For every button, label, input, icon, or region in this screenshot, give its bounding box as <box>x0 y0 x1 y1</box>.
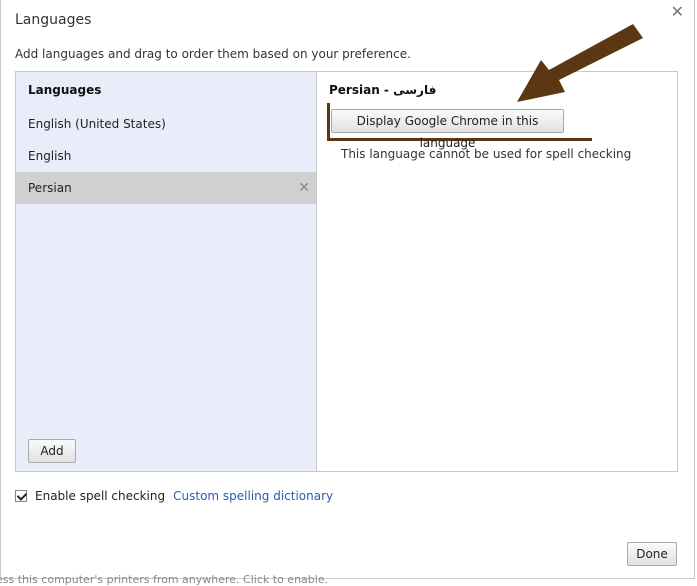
language-item-label: English (United States) <box>28 117 166 131</box>
language-item-persian[interactable]: Persian ✕ <box>16 172 316 204</box>
spell-check-row: Enable spell checking Custom spelling di… <box>15 489 333 503</box>
background-settings-text: ess this computer's printers from anywhe… <box>0 573 329 586</box>
language-list-header: Languages <box>28 83 102 97</box>
enable-spell-checkbox[interactable] <box>15 490 27 502</box>
display-chrome-in-language-button[interactable]: Display Google Chrome in this language <box>331 109 564 150</box>
custom-dictionary-link[interactable]: Custom spelling dictionary <box>173 489 333 503</box>
spell-check-note: This language cannot be used for spell c… <box>341 147 632 161</box>
close-icon[interactable]: ✕ <box>671 4 684 20</box>
language-item-english[interactable]: English <box>16 140 316 172</box>
enable-spell-label[interactable]: Enable spell checking <box>35 489 165 503</box>
language-item-label: Persian <box>28 181 72 195</box>
language-item-label: English <box>28 149 72 163</box>
language-list-panel: Languages English (United States) Englis… <box>16 72 317 471</box>
languages-dialog: Languages ✕ Add languages and drag to or… <box>0 0 695 579</box>
dialog-hint: Add languages and drag to order them bas… <box>15 47 411 61</box>
remove-icon[interactable]: ✕ <box>298 172 310 204</box>
language-item-english-us[interactable]: English (United States) <box>16 108 316 140</box>
language-details-panel: Persian - فارسی Display Google Chrome in… <box>317 72 677 471</box>
languages-panel: Languages English (United States) Englis… <box>15 71 678 472</box>
done-button[interactable]: Done <box>627 542 677 566</box>
dialog-title: Languages <box>15 12 92 28</box>
add-language-button[interactable]: Add <box>28 439 76 463</box>
language-details-title: Persian - فارسی <box>329 83 437 97</box>
